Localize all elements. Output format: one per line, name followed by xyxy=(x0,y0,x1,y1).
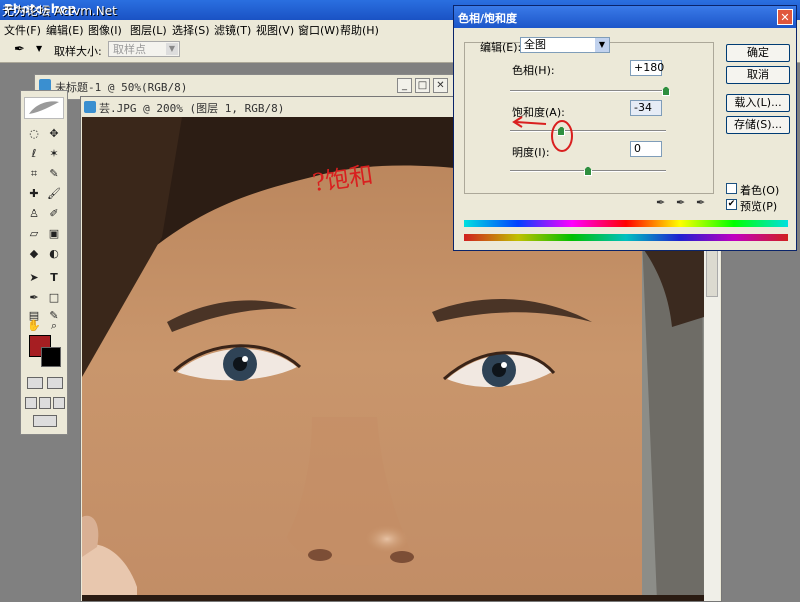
crop-tool-icon[interactable]: ⌗ xyxy=(25,165,43,183)
magic-wand-icon[interactable]: ✶ xyxy=(45,145,63,163)
path-select-icon[interactable]: ➤ xyxy=(25,269,43,287)
menu-view[interactable]: 视图(V) xyxy=(256,22,294,38)
close-button[interactable]: ✕ xyxy=(433,78,448,93)
watermark: 无为论坛 Actvm.Net xyxy=(2,4,117,18)
document-title: 芸.JPG @ 200% (图层 1, RGB/8) xyxy=(99,102,285,115)
lasso-tool-icon[interactable]: ℓ xyxy=(25,145,43,163)
dodge-tool-icon[interactable]: ◐ xyxy=(45,245,63,263)
document-icon xyxy=(84,101,96,113)
tools-palette: ◌ ✥ ℓ ✶ ⌗ ✎ ✚ 🖌 ♙ ✐ ▱ ▣ ◆ ◐ ➤ T ✒ □ ▤ ✎ … xyxy=(20,90,68,435)
sample-size-label: 取样大小: xyxy=(54,45,102,58)
edit-select[interactable]: 全图 ▼ xyxy=(520,37,610,53)
preview-label: 预览(P) xyxy=(740,200,778,213)
menu-image[interactable]: 图像(I) xyxy=(88,22,122,38)
colorize-label: 着色(O) xyxy=(740,184,780,197)
gradient-tool-icon[interactable]: ▣ xyxy=(45,225,63,243)
document-title: 未标题-1 @ 50%(RGB/8) xyxy=(55,81,188,94)
blur-tool-icon[interactable]: ◆ xyxy=(25,245,43,263)
shape-tool-icon[interactable]: □ xyxy=(45,289,63,307)
hand-tool-icon[interactable]: ✋ xyxy=(25,317,43,335)
chevron-down-icon: ▼ xyxy=(595,38,609,52)
chevron-down-icon: ▼ xyxy=(166,43,178,55)
edit-value: 全图 xyxy=(524,38,546,51)
output-color-bar xyxy=(464,234,788,241)
menu-edit[interactable]: 编辑(E) xyxy=(46,22,84,38)
menu-layer[interactable]: 图层(L) xyxy=(130,22,167,38)
maximize-button[interactable]: □ xyxy=(415,78,430,93)
dialog-title-bar[interactable]: 色相/饱和度 ✕ xyxy=(454,6,796,28)
background-color-swatch[interactable] xyxy=(41,347,61,367)
quick-mask-button[interactable] xyxy=(47,377,63,389)
tool-preset-arrow-icon[interactable]: ▼ xyxy=(36,44,42,53)
close-icon[interactable]: ✕ xyxy=(777,9,793,25)
feather-logo-icon[interactable] xyxy=(24,97,64,119)
zoom-tool-icon[interactable]: ⌕ xyxy=(45,317,63,335)
brush-tool-icon[interactable]: 🖌 xyxy=(45,185,63,203)
sample-size-value: 取样点 xyxy=(113,43,146,56)
hue-saturation-dialog: 色相/饱和度 ✕ 编辑(E): 全图 ▼ 色相(H): +180 饱和度(A):… xyxy=(453,5,797,251)
hue-input[interactable]: +180 xyxy=(630,60,664,76)
healing-brush-icon[interactable]: ✚ xyxy=(25,185,43,203)
jump-to-imageready-button[interactable] xyxy=(33,415,57,427)
move-tool-icon[interactable]: ✥ xyxy=(45,125,63,143)
dialog-title: 色相/饱和度 xyxy=(458,12,518,25)
edit-label: 编辑(E): xyxy=(480,41,522,54)
menu-window[interactable]: 窗口(W) xyxy=(298,22,339,38)
hue-label: 色相(H): xyxy=(512,64,555,77)
preview-checkbox[interactable]: ✔ xyxy=(726,199,737,210)
eyedropper-tool-icon[interactable]: ✒ xyxy=(14,42,25,57)
lightness-input[interactable]: 0 xyxy=(630,141,662,157)
slice-tool-icon[interactable]: ✎ xyxy=(45,165,63,183)
ok-button[interactable]: 确定 xyxy=(726,44,790,62)
screen-mode-full-button[interactable] xyxy=(53,397,65,409)
standard-mode-button[interactable] xyxy=(27,377,43,389)
eyedropper-minus-icon[interactable]: ✒ xyxy=(696,196,710,210)
menu-file[interactable]: 文件(F) xyxy=(4,22,41,38)
clone-stamp-icon[interactable]: ♙ xyxy=(25,205,43,223)
pen-tool-icon[interactable]: ✒ xyxy=(25,289,43,307)
eraser-tool-icon[interactable]: ▱ xyxy=(25,225,43,243)
colorize-checkbox[interactable] xyxy=(726,183,737,194)
eyedropper-icon[interactable]: ✒ xyxy=(656,196,670,210)
screen-mode-standard-button[interactable] xyxy=(25,397,37,409)
menu-help[interactable]: 帮助(H) xyxy=(340,22,379,38)
cancel-button[interactable]: 取消 xyxy=(726,66,790,84)
input-color-bar xyxy=(464,220,788,227)
minimize-button[interactable]: _ xyxy=(397,78,412,93)
sample-size-select[interactable]: 取样点 ▼ xyxy=(108,41,180,57)
save-button[interactable]: 存储(S)... xyxy=(726,116,790,134)
hue-slider-track[interactable] xyxy=(510,90,666,92)
eyedropper-plus-icon[interactable]: ✒ xyxy=(676,196,690,210)
history-brush-icon[interactable]: ✐ xyxy=(45,205,63,223)
type-tool-icon[interactable]: T xyxy=(45,269,63,287)
menu-select[interactable]: 选择(S) xyxy=(172,22,210,38)
load-button[interactable]: 载入(L)... xyxy=(726,94,790,112)
annotation-arrow-circle xyxy=(512,116,573,152)
marquee-tool-icon[interactable]: ◌ xyxy=(25,125,43,143)
menu-filter[interactable]: 滤镜(T) xyxy=(214,22,251,38)
screen-mode-full-menu-button[interactable] xyxy=(39,397,51,409)
saturation-input[interactable]: -34 xyxy=(630,100,662,116)
